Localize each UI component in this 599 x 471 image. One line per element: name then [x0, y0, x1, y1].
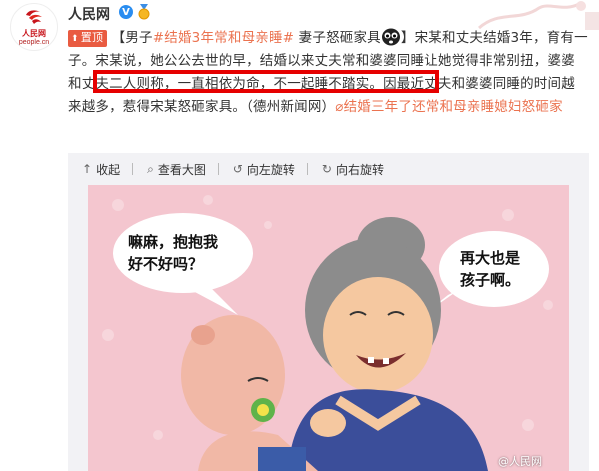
cartoon-image[interactable]: 嘛麻，抱抱我 好不好吗？ 再大也是 孩子啊。 @人民网 — [88, 185, 569, 471]
right-bubble-text: 再大也是 孩子啊。 — [460, 249, 521, 289]
link-icon: ⌀ — [335, 99, 344, 115]
post-title-part: 妻子怒砸家具 — [294, 30, 381, 46]
medal-icon — [138, 4, 150, 20]
magnifier-icon: ⌕ — [147, 161, 154, 176]
view-large-button[interactable]: ⌕ 查看大图 — [133, 161, 218, 178]
red-highlight-box — [93, 70, 439, 93]
rotate-right-icon: ↻ — [321, 162, 332, 176]
logo-site: people.cn — [18, 38, 50, 46]
people-daily-logo-icon — [26, 9, 42, 24]
watermark: @人民网 — [498, 455, 542, 468]
hashtag-link[interactable]: #结婚3年常和母亲睡# — [153, 30, 294, 46]
left-bubble-text: 嘛麻，抱抱我 好不好吗？ — [128, 233, 219, 273]
cartoon-illustration — [88, 185, 569, 471]
verified-icon: V — [119, 5, 133, 19]
shocked-face-icon — [381, 28, 400, 46]
article-link[interactable]: 结婚三年了还常和母亲睡媳妇怒砸家 — [344, 99, 563, 115]
collapse-icon: ↑ — [82, 162, 93, 176]
account-avatar[interactable]: 人民网 people.cn — [10, 3, 58, 51]
logo-wordmark: 人民网 — [22, 27, 46, 38]
account-name[interactable]: 人民网 — [68, 4, 110, 24]
rotate-left-button[interactable]: ↺ 向左旋转 — [219, 161, 307, 178]
rotate-right-button[interactable]: ↻ 向右旋转 — [308, 161, 396, 178]
rotate-left-icon: ↺ — [232, 162, 243, 176]
decorative-corner-art — [469, 0, 599, 30]
pinned-badge: ⬆ 置顶 — [68, 30, 108, 47]
collapse-button[interactable]: ↑ 收起 — [68, 161, 132, 178]
image-toolbar: ↑ 收起 ⌕ 查看大图 ↺ 向左旋转 ↻ 向右旋转 — [68, 153, 589, 185]
pin-icon: ⬆ — [71, 34, 79, 44]
post-lead: 【男子 — [111, 30, 153, 46]
image-viewer: ↑ 收起 ⌕ 查看大图 ↺ 向左旋转 ↻ 向右旋转 嘛麻，抱抱我 好不好吗？ 再… — [68, 153, 589, 471]
